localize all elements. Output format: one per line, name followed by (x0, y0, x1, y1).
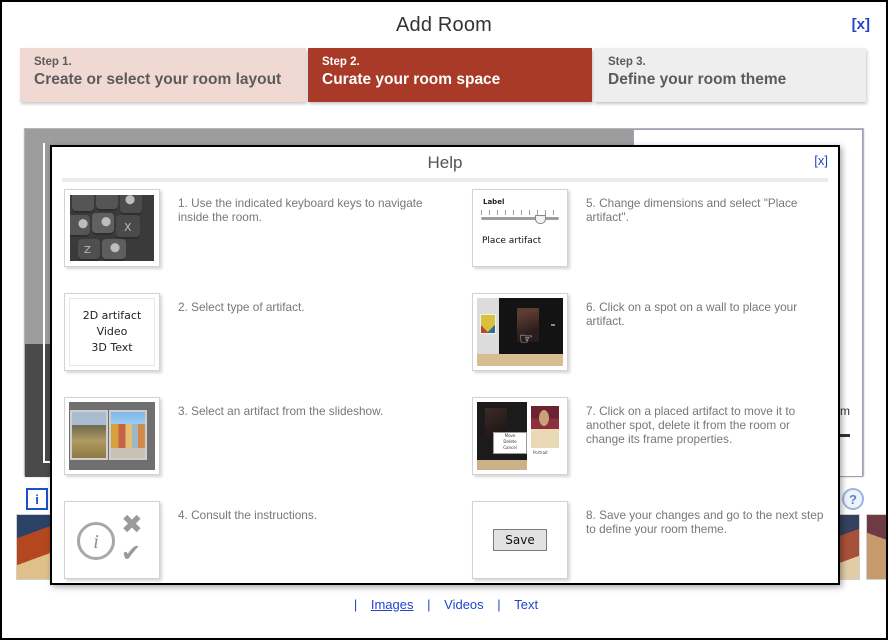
hand-cursor-icon: ☞ (519, 331, 534, 348)
help-item-8: Save 8. Save your changes and go to the … (460, 497, 838, 601)
step-3[interactable]: Step 3. Define your room theme (594, 48, 866, 102)
help-dialog-title: Help (427, 153, 463, 172)
help-item-4-text: 4. Consult the instructions. (178, 508, 318, 522)
context-menu: Move Delete Cancel (493, 432, 527, 454)
help-item-3: 3. Select an artifact from the slideshow… (52, 393, 460, 497)
step-2-label: Curate your room space (322, 71, 501, 88)
help-item-2-text: 2. Select type of artifact. (178, 300, 305, 314)
help-dialog: Help [x] ⬤ ⬤ ⬤ ⬤ X Z 1. Use the indicate… (50, 145, 840, 585)
help-steps-grid: ⬤ ⬤ ⬤ ⬤ X Z 1. Use the indicated keyboar… (52, 185, 838, 581)
help-item-1: ⬤ ⬤ ⬤ ⬤ X Z 1. Use the indicated keyboar… (52, 185, 460, 289)
slideshow-icon (69, 402, 155, 470)
help-item-7-text: 7. Click on a placed artifact to move it… (586, 404, 796, 446)
help-item-6: ☞ 6. Click on a spot on a wall to place … (460, 289, 838, 393)
step-3-number: Step 3. (608, 56, 646, 68)
instruction-icons-thumbnail: i ✖ ✔ (64, 501, 160, 579)
slideshow-thumb[interactable] (16, 514, 54, 580)
help-item-1-text: 1. Use the indicated keyboard keys to na… (178, 196, 423, 224)
slider-track (481, 217, 559, 220)
help-item-5: Label Place artifact 5. Change dimension… (460, 185, 838, 289)
help-item-5-text: 5. Change dimensions and select "Place a… (586, 196, 798, 224)
help-icon[interactable]: ? (842, 488, 864, 510)
step-wizard: Step 1. Create or select your room layou… (20, 48, 866, 102)
help-item-7: Move Delete Cancel Portrait 7. Click on … (460, 393, 838, 497)
portrait-painting (531, 406, 559, 448)
close-window-button[interactable]: [x] (852, 16, 870, 33)
help-item-3-text: 3. Select an artifact from the slideshow… (178, 404, 384, 418)
help-dialog-header: Help [x] (52, 147, 838, 177)
add-room-window: Add Room [x] Step 1. Create or select yo… (0, 0, 888, 640)
slideshow-thumb[interactable] (866, 514, 886, 580)
page-title: Add Room (395, 14, 493, 36)
gallery-room-thumbnail: ☞ (472, 293, 568, 371)
keyboard-icon: ⬤ ⬤ ⬤ ⬤ X Z (70, 195, 154, 261)
gallery-room-icon: ☞ (477, 298, 563, 366)
place-artifact-label: Place artifact (482, 236, 542, 246)
type-2d-artifact: 2D artifact (82, 309, 142, 322)
save-button: Save (493, 529, 547, 551)
checkmark-icon: ✔ (121, 539, 142, 567)
slideshow-image (70, 410, 108, 460)
step-1[interactable]: Step 1. Create or select your room layou… (20, 48, 306, 102)
artifact-types-thumbnail: 2D artifact Video 3D Text (64, 293, 160, 371)
placed-artifact-thumbnail: Move Delete Cancel Portrait (472, 397, 568, 475)
slideshow-thumbnail (64, 397, 160, 475)
room-floor (477, 460, 527, 470)
placed-artifact-icon: Move Delete Cancel Portrait (477, 402, 563, 470)
wall-label (551, 324, 555, 326)
close-x-icon: ✖ (121, 510, 143, 540)
portrait-caption: Portrait (533, 450, 548, 455)
step-1-label: Create or select your room layout (34, 71, 282, 88)
slider-ticks (481, 210, 559, 215)
info-circle-icon: i (77, 522, 115, 560)
info-icon[interactable]: i (26, 488, 48, 510)
place-artifact-thumbnail: Label Place artifact (472, 189, 568, 267)
help-item-4: i ✖ ✔ 4. Consult the instructions. (52, 497, 460, 601)
slideshow-image (109, 410, 147, 460)
artifact-type-list-icon: 2D artifact Video 3D Text (69, 298, 155, 366)
instruction-icons: i ✖ ✔ (69, 506, 155, 574)
slider-handle (535, 215, 546, 224)
dimension-slider-icon: Label Place artifact (477, 194, 563, 262)
step-2-number: Step 2. (322, 56, 360, 68)
help-item-2: 2D artifact Video 3D Text 2. Select type… (52, 289, 460, 393)
wall-painting (480, 314, 496, 334)
room-floor (477, 354, 563, 366)
help-item-6-text: 6. Click on a spot on a wall to place yo… (586, 300, 798, 328)
help-divider (62, 178, 828, 182)
step-3-label: Define your room theme (608, 71, 787, 88)
step-1-number: Step 1. (34, 56, 72, 68)
help-item-8-text: 8. Save your changes and go to the next … (586, 508, 824, 536)
save-box: Save (477, 506, 563, 574)
save-button-thumbnail: Save (472, 501, 568, 579)
help-close-button[interactable]: [x] (814, 153, 828, 168)
menu-item-cancel: Cancel (503, 445, 517, 450)
window-titlebar: Add Room [x] (2, 2, 886, 48)
keyboard-thumbnail: ⬤ ⬤ ⬤ ⬤ X Z (64, 189, 160, 267)
type-video: Video (96, 325, 128, 338)
slider-label: Label (483, 198, 505, 206)
type-3d-text: 3D Text (91, 341, 133, 354)
step-2[interactable]: Step 2. Curate your room space (308, 48, 592, 102)
